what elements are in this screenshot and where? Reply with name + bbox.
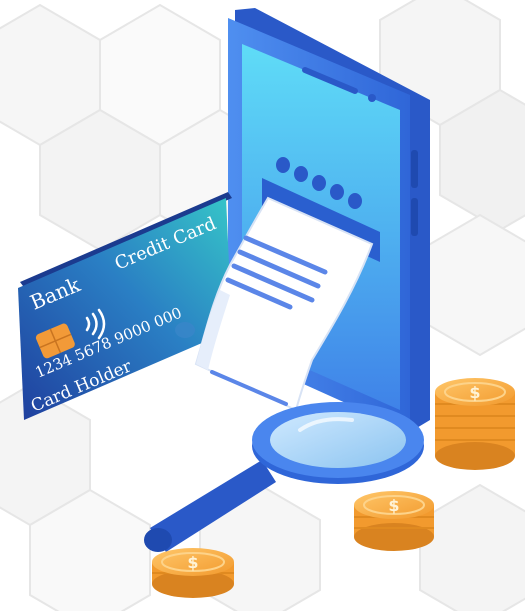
coin-stack-small: $ (354, 491, 434, 551)
coin-stack: $ (435, 378, 515, 470)
fintech-illustration: Bank Credit Card 1234 5678 9000 000 Card… (0, 0, 525, 611)
power-button (411, 198, 418, 236)
volume-button (411, 150, 418, 188)
dollar-icon: $ (388, 496, 399, 515)
dollar-icon: $ (187, 553, 198, 572)
phone-camera (368, 94, 376, 102)
illustration-stage: Bank Credit Card 1234 5678 9000 000 Card… (0, 0, 525, 611)
coin-single: $ (152, 548, 234, 598)
dollar-icon: $ (469, 383, 480, 402)
